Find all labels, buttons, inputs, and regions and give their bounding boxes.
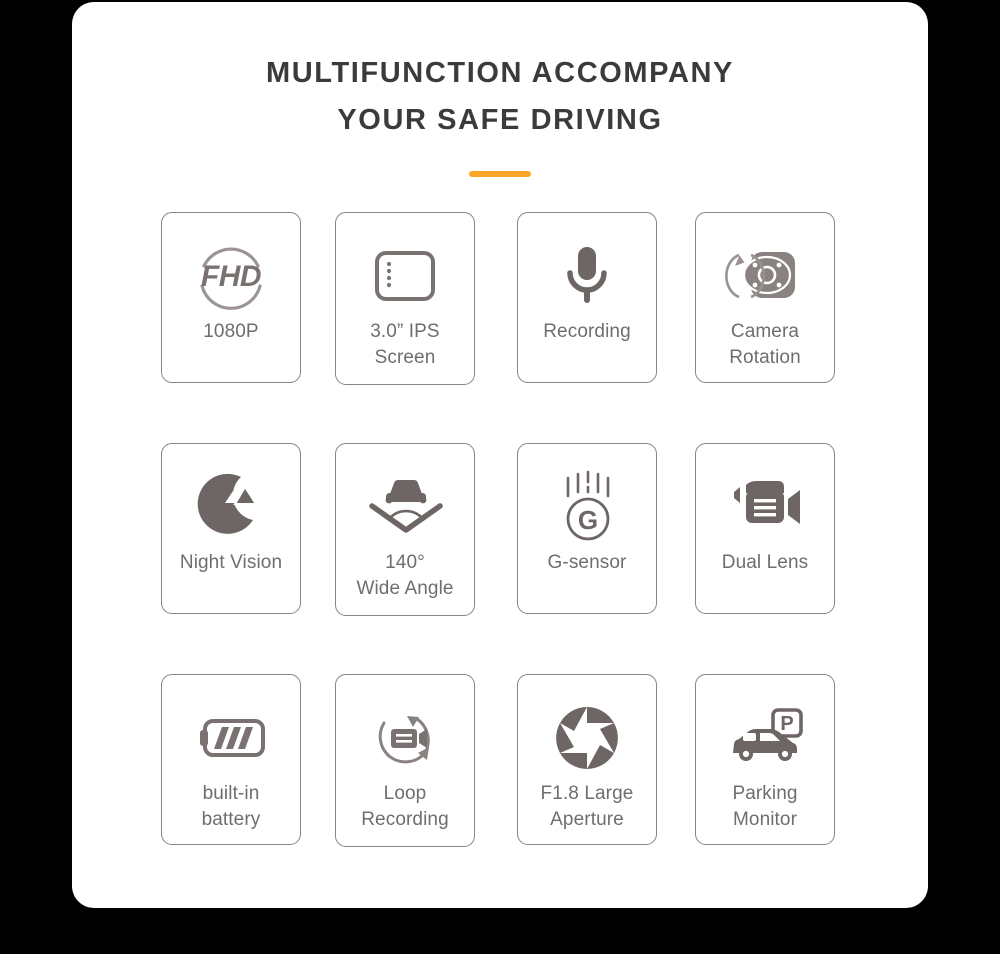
feature-card-parking-monitor[interactable]: P Parking Monitor (695, 674, 835, 845)
feature-label: Night Vision (180, 550, 282, 576)
feature-label-line-2: Monitor (732, 809, 798, 831)
aperture-icon (553, 699, 621, 777)
feature-label: 3.0” IPS Screen (370, 319, 439, 371)
feature-label: F1.8 Large Aperture (541, 781, 634, 833)
feature-label-line-1: Parking (732, 783, 798, 804)
feature-label-line-1: 140° (385, 552, 425, 573)
feature-label: Recording (543, 319, 631, 345)
feature-label: G-sensor (548, 550, 627, 576)
feature-label-line-1: 3.0” IPS (370, 321, 440, 342)
microphone-icon (557, 237, 617, 315)
g-sensor-icon-text: G (578, 505, 598, 535)
feature-card-wide-angle[interactable]: 140° Wide Angle (335, 443, 475, 616)
feature-label-line-2: Recording (361, 809, 449, 831)
feature-label-line-2: Wide Angle (356, 578, 454, 600)
feature-card-night-vision[interactable]: Night Vision (161, 443, 301, 614)
feature-label: Loop Recording (361, 781, 449, 833)
feature-card-built-in-battery[interactable]: built-in battery (161, 674, 301, 845)
feature-label: 1080P (203, 319, 258, 345)
title-divider (469, 170, 531, 177)
feature-label: Camera Rotation (729, 319, 801, 371)
page-title-line-2: YOUR SAFE DRIVING (337, 103, 663, 136)
feature-label-line-1: Loop (383, 783, 427, 804)
feature-card-1080p[interactable]: FHD 1080P (161, 212, 301, 383)
feature-label-line-2: Aperture (550, 809, 624, 831)
battery-icon (188, 699, 274, 777)
feature-panel: MULTIFUNCTION ACCOMPANY YOUR SAFE DRIVIN… (72, 2, 928, 908)
feature-row: Night Vision 140° Wide Angle G G-sensor … (161, 443, 835, 616)
feature-card-aperture[interactable]: F1.8 Large Aperture (517, 674, 657, 845)
feature-card-ips-screen[interactable]: 3.0” IPS Screen (335, 212, 475, 385)
fhd-1080p-icon: FHD (188, 237, 274, 315)
feature-label-line-1: F1.8 Large (540, 783, 634, 804)
loop-recording-icon (367, 699, 443, 777)
feature-label: Dual Lens (722, 550, 808, 576)
parking-monitor-icon: P (723, 699, 807, 777)
feature-label: 140° Wide Angle (356, 550, 453, 602)
feature-label: Parking Monitor (732, 781, 797, 833)
feature-label-line-1: Night Vision (179, 552, 283, 573)
camera-rotation-icon (725, 237, 805, 315)
feature-label-line-2: Rotation (729, 347, 801, 369)
feature-label-line-1: G-sensor (547, 552, 627, 573)
feature-label-line-1: Camera (730, 321, 800, 342)
feature-label-line-1: 1080P (203, 321, 259, 342)
feature-card-recording[interactable]: Recording (517, 212, 657, 383)
ips-screen-icon (369, 237, 441, 315)
feature-card-camera-rotation[interactable]: Camera Rotation (695, 212, 835, 383)
page-title: MULTIFUNCTION ACCOMPANY YOUR SAFE DRIVIN… (72, 50, 928, 144)
feature-card-g-sensor[interactable]: G G-sensor (517, 443, 657, 614)
wide-angle-car-icon (362, 468, 448, 546)
title-divider-wrap (72, 164, 928, 182)
feature-label-line-1: Recording (543, 321, 631, 342)
fhd-icon-text: FHD (201, 260, 261, 293)
page-title-line-1: MULTIFUNCTION ACCOMPANY (266, 57, 734, 89)
feature-label-line-1: Dual Lens (721, 552, 809, 573)
night-vision-moon-icon (195, 468, 267, 546)
feature-label-line-2: Screen (374, 347, 436, 369)
feature-label-line-1: built-in (202, 783, 260, 804)
parking-icon-text: P (780, 713, 793, 735)
feature-card-loop-recording[interactable]: Loop Recording (335, 674, 475, 847)
feature-card-dual-lens[interactable]: Dual Lens (695, 443, 835, 614)
feature-row: built-in battery Loop Recording F1.8 Lar… (161, 674, 835, 847)
feature-label: built-in battery (202, 781, 261, 833)
g-sensor-icon: G (552, 468, 622, 546)
feature-grid: FHD 1080P 3.0” IPS Screen Recording Came… (161, 212, 835, 847)
feature-label-line-2: battery (201, 809, 261, 831)
dual-lens-camcorder-icon (724, 468, 806, 546)
feature-row: FHD 1080P 3.0” IPS Screen Recording Came… (161, 212, 835, 385)
